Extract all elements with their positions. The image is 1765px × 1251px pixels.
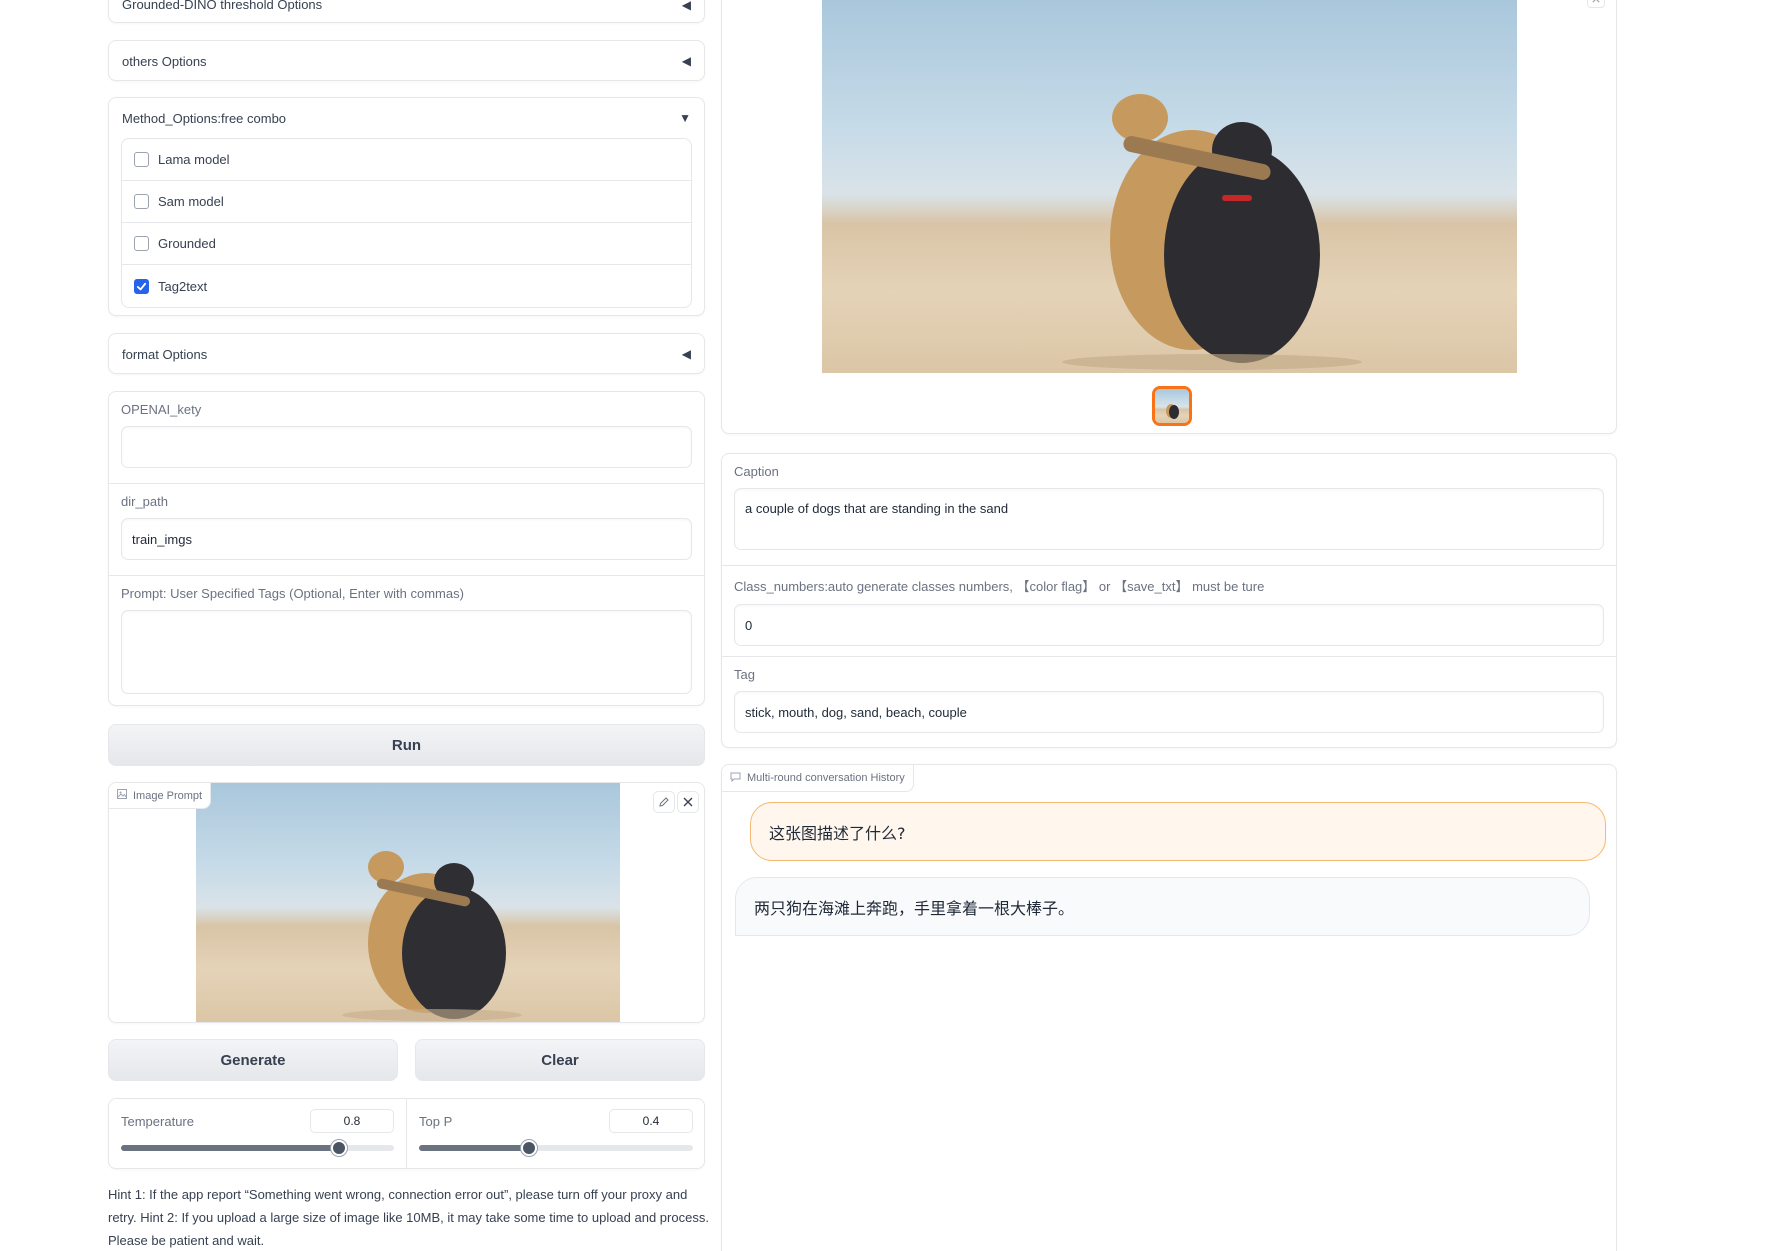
collapse-triangle-icon: ◀ xyxy=(681,0,691,12)
openai-key-label: OPENAI_kety xyxy=(121,402,202,417)
caption-label: Caption xyxy=(734,464,779,479)
prompt-label: Prompt: User Specified Tags (Optional, E… xyxy=(121,586,464,601)
class-numbers-field: Class_numbers:auto generate classes numb… xyxy=(722,566,1616,657)
dir-path-label: dir_path xyxy=(121,494,168,509)
results-group: Caption a couple of dogs that are standi… xyxy=(721,453,1617,748)
image-icon xyxy=(117,789,127,802)
top-p-slider-fill xyxy=(419,1145,529,1151)
generate-button[interactable]: Generate xyxy=(108,1039,398,1081)
top-p-label: Top P xyxy=(419,1113,453,1129)
prompt-textarea[interactable] xyxy=(121,610,692,694)
top-p-number-input[interactable]: 0.4 xyxy=(609,1109,693,1133)
collapse-triangle-icon: ◀ xyxy=(681,54,691,68)
run-button[interactable]: Run xyxy=(108,724,705,766)
method-options-title: Method_Options:free combo xyxy=(122,110,287,126)
expanded-triangle-icon: ▼ xyxy=(679,111,691,125)
collapse-triangle-icon: ◀ xyxy=(681,347,691,361)
top-p-slider-thumb[interactable] xyxy=(520,1140,537,1156)
image-prompt-label-text: Image Prompt xyxy=(133,789,203,802)
class-numbers-input[interactable]: 0 xyxy=(734,604,1604,646)
tag-label: Tag xyxy=(734,667,755,682)
top-p-slider-group: Top P 0.4 xyxy=(407,1099,705,1169)
chat-history-label: Multi-round conversation History xyxy=(722,765,914,792)
method-options-header[interactable]: Method_Options:free combo ▼ xyxy=(109,98,704,138)
grounded-options-title: Grounded-DINO threshold Options xyxy=(122,0,323,12)
top-p-slider[interactable] xyxy=(419,1140,693,1156)
caption-field: Caption a couple of dogs that are standi… xyxy=(722,454,1616,566)
grounded-options-accordion[interactable]: Grounded-DINO threshold Options ◀ xyxy=(108,0,705,23)
bot-message-bubble: 两只狗在海滩上奔跑，手里拿着一根大棒子。 xyxy=(735,877,1590,936)
checkbox-icon[interactable] xyxy=(134,194,149,209)
dir-path-input[interactable]: train_imgs xyxy=(121,518,692,560)
checkbox-label: Lama model xyxy=(158,152,230,167)
output-image[interactable] xyxy=(822,0,1517,373)
temperature-label: Temperature xyxy=(121,1113,194,1129)
method-checkbox-group: Lama model Sam model Grounded Tag2text xyxy=(121,138,692,308)
openai-key-input[interactable] xyxy=(121,426,692,468)
dog-beach-image-preview xyxy=(196,783,620,1022)
gallery-thumbnail[interactable] xyxy=(1152,386,1192,426)
clear-button[interactable]: Clear xyxy=(415,1039,705,1081)
user-message-bubble: 这张图描述了什么? xyxy=(750,802,1606,861)
temperature-slider[interactable] xyxy=(121,1140,394,1156)
input-fields-group: OPENAI_kety dir_path train_imgs Prompt: … xyxy=(108,391,705,706)
checkbox-label: Sam model xyxy=(158,194,224,209)
temperature-slider-group: Temperature 0.8 xyxy=(109,1099,407,1169)
prompt-field: Prompt: User Specified Tags (Optional, E… xyxy=(109,576,704,705)
checkbox-lama-model[interactable]: Lama model xyxy=(122,139,691,181)
temperature-number-input[interactable]: 0.8 xyxy=(310,1109,394,1133)
checkbox-checked-icon[interactable] xyxy=(134,278,149,294)
others-options-accordion[interactable]: others Options ◀ xyxy=(108,40,705,81)
checkbox-grounded[interactable]: Grounded xyxy=(122,223,691,265)
checkbox-tag2text[interactable]: Tag2text xyxy=(122,265,691,307)
output-gallery-panel xyxy=(721,0,1617,434)
method-options-accordion: Method_Options:free combo ▼ Lama model S… xyxy=(108,97,705,316)
tag-field: Tag stick, mouth, dog, sand, beach, coup… xyxy=(722,657,1616,748)
caption-textarea[interactable]: a couple of dogs that are standing in th… xyxy=(734,488,1604,550)
gallery-thumbnail-image xyxy=(1155,389,1189,423)
close-icon[interactable] xyxy=(1587,0,1605,8)
class-numbers-label: Class_numbers:auto generate classes numb… xyxy=(734,579,1265,594)
checkbox-label: Tag2text xyxy=(158,278,208,294)
chatbot-panel: Multi-round conversation History 这张图描述了什… xyxy=(721,764,1617,1251)
checkbox-icon[interactable] xyxy=(134,236,149,251)
chat-bubble-icon xyxy=(730,772,741,785)
format-options-title: format Options xyxy=(122,346,208,362)
checkbox-icon[interactable] xyxy=(134,152,149,167)
openai-key-field: OPENAI_kety xyxy=(109,392,704,484)
format-options-accordion[interactable]: format Options ◀ xyxy=(108,333,705,374)
image-prompt-label: Image Prompt xyxy=(109,783,212,809)
close-icon[interactable] xyxy=(677,791,699,813)
others-options-title: others Options xyxy=(122,53,207,69)
dir-path-field: dir_path train_imgs xyxy=(109,484,704,576)
edit-pencil-icon[interactable] xyxy=(653,791,675,813)
temperature-slider-thumb[interactable] xyxy=(331,1140,348,1156)
hint-text: Hint 1: If the app report “Something wen… xyxy=(108,1187,709,1248)
chat-history-label-text: Multi-round conversation History xyxy=(747,772,905,784)
checkbox-sam-model[interactable]: Sam model xyxy=(122,181,691,223)
temperature-slider-fill xyxy=(121,1145,340,1151)
image-prompt-panel[interactable]: Image Prompt xyxy=(108,782,705,1023)
sampling-sliders-group: Temperature 0.8 Top P 0.4 xyxy=(108,1098,705,1169)
checkbox-label: Grounded xyxy=(158,236,216,251)
tag-input[interactable]: stick, mouth, dog, sand, beach, couple xyxy=(734,691,1604,733)
